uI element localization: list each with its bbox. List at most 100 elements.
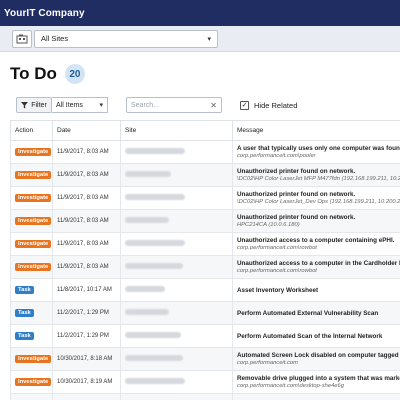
filter-button[interactable]: Filter	[16, 97, 52, 113]
redacted-site-name	[125, 355, 183, 361]
site-cell	[120, 393, 233, 400]
items-dropdown-value: All Items	[56, 101, 83, 109]
date-cell: 11/2/2017, 1:29 PM	[52, 324, 121, 348]
investigate-badge[interactable]: Investigate	[15, 217, 52, 225]
message-cell: Unauthorized printer found on network. \D…	[232, 163, 400, 187]
task-badge[interactable]: Task	[15, 332, 34, 340]
message-cell: Perform Automated Scan of the Internal N…	[232, 324, 400, 348]
message-cell: Unauthorized connection to a wireless ne…	[232, 393, 400, 400]
message-text: Asset Inventory Worksheet	[237, 286, 319, 294]
redacted-site-name	[125, 286, 165, 292]
investigate-badge[interactable]: Investigate	[15, 355, 52, 363]
investigate-badge[interactable]: Investigate	[15, 263, 52, 271]
redacted-site-name	[125, 263, 183, 269]
table-row[interactable]: Investigate 11/9/2017, 8:03 AM Unauthorize…	[10, 232, 400, 256]
site-cell	[120, 370, 233, 394]
table-row[interactable]: Investigate 10/30/2017, 8:19 AM Removable …	[10, 370, 400, 394]
message-text: Unauthorized access to a computer contai…	[237, 237, 395, 244]
redacted-site-name	[125, 309, 169, 315]
message-cell: Automated Screen Lock disabled on comput…	[232, 347, 400, 371]
investigate-badge[interactable]: Investigate	[15, 194, 52, 202]
message-detail: corp.performanceit.com	[237, 360, 298, 366]
redacted-site-name	[125, 332, 181, 338]
redacted-site-name	[125, 217, 169, 223]
table-row[interactable]: Task 11/2/2017, 1:29 PM Perform Automated …	[10, 301, 400, 325]
table-row[interactable]: Task 11/2/2017, 1:29 PM Perform Automated …	[10, 324, 400, 348]
table-row[interactable]: Investigate 11/9/2017, 8:03 AM Unauthorize…	[10, 209, 400, 233]
table-row[interactable]: Investigate10/30/2017, 8:19 AM Unauthoriz…	[10, 393, 400, 400]
filter-row: Filter All Items ▾ Search... ✕ ✓ Hide Re…	[0, 92, 400, 118]
date-cell: 11/9/2017, 8:03 AM	[52, 232, 121, 256]
column-header-date[interactable]: Date	[52, 120, 121, 141]
company-name: YourIT Company	[4, 7, 85, 19]
date-cell: 11/9/2017, 8:03 AM	[52, 255, 121, 279]
date-cell: 11/9/2017, 8:03 AM	[52, 186, 121, 210]
message-text: Unauthorized printer found on network.	[237, 191, 356, 198]
hide-related-checkbox[interactable]: ✓	[240, 100, 249, 110]
message-detail: HPC214CA (10.0.6.180)	[237, 222, 300, 228]
chevron-down-icon: ▾	[99, 102, 103, 109]
site-cell	[120, 324, 233, 348]
site-cell	[120, 278, 233, 302]
chevron-down-icon: ▾	[207, 35, 211, 43]
column-header-action[interactable]: Action	[10, 120, 53, 141]
todo-table: Action Date Site Message Investigate 11/9…	[10, 120, 400, 400]
investigate-badge[interactable]: Investigate	[15, 240, 52, 248]
action-cell: Investigate	[10, 232, 53, 256]
action-cell: Investigate	[10, 393, 53, 400]
action-cell: Investigate	[10, 140, 53, 164]
building-icon[interactable]	[12, 29, 32, 48]
action-cell: Investigate	[10, 255, 53, 279]
search-input[interactable]: Search... ✕	[126, 97, 222, 113]
message-cell: Perform Automated External Vulnerability…	[232, 301, 400, 325]
hide-related-label: Hide Related	[254, 100, 298, 110]
message-cell: Unauthorized access to a computer contai…	[232, 232, 400, 256]
items-dropdown[interactable]: All Items ▾	[52, 97, 108, 113]
message-cell: Asset Inventory Worksheet	[232, 278, 400, 302]
task-badge[interactable]: Task	[15, 286, 34, 294]
investigate-badge[interactable]: Investigate	[15, 378, 52, 386]
table-row[interactable]: Task 11/8/2017, 10:17 AM Asset Inventory W…	[10, 278, 400, 302]
column-header-site[interactable]: Site	[120, 120, 233, 141]
message-text: Perform Automated Scan of the Internal N…	[237, 332, 383, 340]
message-detail: corp.performanceit.com\rowbot	[237, 245, 317, 251]
action-cell: Investigate	[10, 209, 53, 233]
redacted-site-name	[125, 378, 185, 384]
message-text: Automated Screen Lock disabled on comput…	[237, 352, 400, 359]
clear-icon[interactable]: ✕	[210, 101, 217, 110]
site-selector[interactable]: All Sites ▾	[34, 29, 218, 48]
redacted-site-name	[125, 240, 185, 246]
date-cell: 10/30/2017, 8:19 AM	[52, 370, 121, 394]
site-cell	[120, 301, 233, 325]
column-header-message[interactable]: Message	[232, 120, 400, 141]
table-row[interactable]: Investigate 11/9/2017, 8:03 AM Unauthorize…	[10, 255, 400, 279]
message-cell: Removable drive plugged into a system th…	[232, 370, 400, 394]
filter-icon	[21, 101, 29, 108]
app-window: YourIT Company All Sites ▾ To Do 20 Filt…	[0, 0, 400, 400]
message-text: Unauthorized printer found on network.	[237, 214, 356, 221]
action-cell: Investigate	[10, 370, 53, 394]
site-selector-value: All Sites	[41, 34, 69, 43]
action-cell: Investigate	[10, 186, 53, 210]
investigate-badge[interactable]: Investigate	[15, 171, 52, 179]
site-cell	[120, 347, 233, 371]
message-text: Unauthorized access to a computer in the…	[237, 260, 400, 267]
action-cell: Investigate	[10, 163, 53, 187]
action-cell: Task	[10, 278, 53, 302]
site-cell	[120, 163, 233, 187]
table-row[interactable]: Investigate 11/9/2017, 8:03 AM Unauthorize…	[10, 163, 400, 187]
table-row[interactable]: Investigate 10/30/2017, 8:18 AM Automated …	[10, 347, 400, 371]
filter-label: Filter	[31, 101, 47, 109]
message-cell: Unauthorized printer found on network. \D…	[232, 186, 400, 210]
message-detail: \DC02\HP Color LaserJet MFP M477fdn (192…	[237, 176, 400, 182]
message-detail: corp.performanceit.com\pooler	[237, 153, 316, 159]
site-cell	[120, 186, 233, 210]
task-badge[interactable]: Task	[15, 309, 34, 317]
investigate-badge[interactable]: Investigate	[15, 148, 52, 156]
table-row[interactable]: Investigate 11/9/2017, 8:03 AM Unauthorize…	[10, 186, 400, 210]
hide-related-toggle[interactable]: ✓ Hide Related	[240, 100, 298, 110]
search-placeholder: Search...	[131, 101, 160, 109]
date-cell: 10/30/2017, 8:19 AM	[52, 393, 121, 400]
table-row[interactable]: Investigate 11/9/2017, 8:03 AM A user that…	[10, 140, 400, 164]
message-text: Removable drive plugged into a system th…	[237, 375, 400, 382]
